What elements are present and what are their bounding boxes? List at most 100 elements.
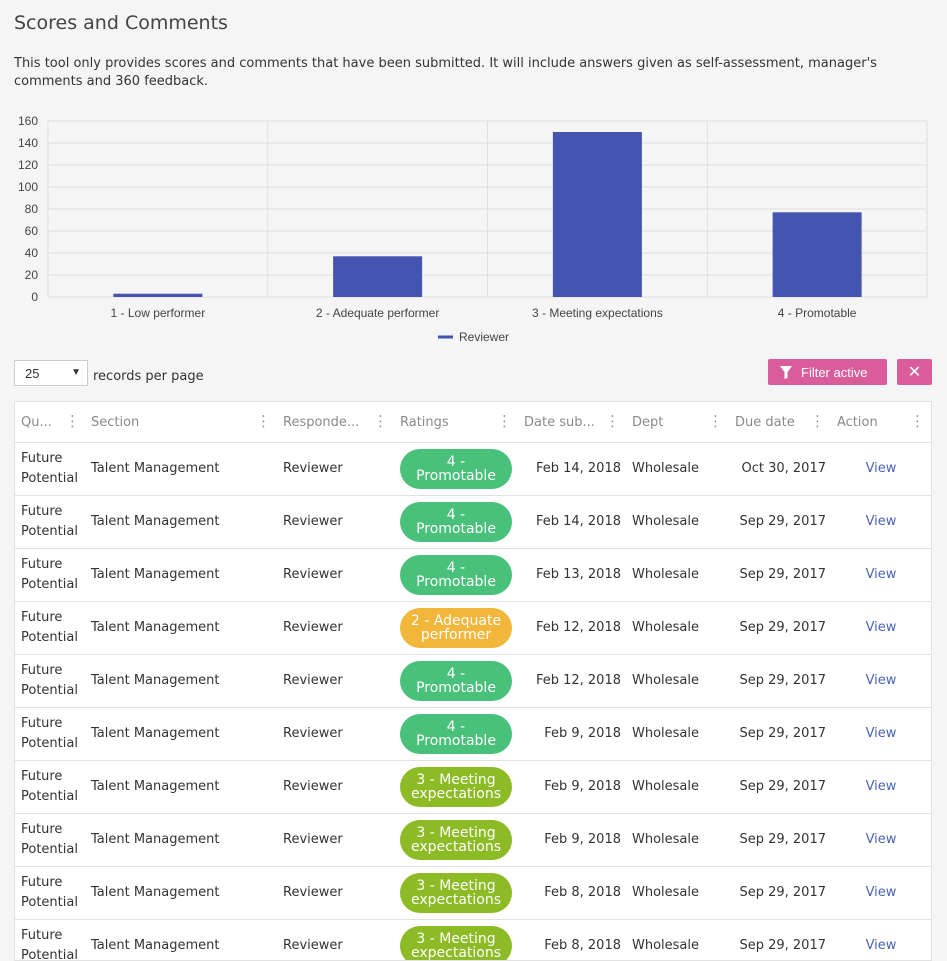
table-row[interactable]: Future PotentialTalent ManagementReviewe…	[15, 866, 932, 920]
cell-question: Future Potential	[21, 442, 87, 495]
cell-rating: 2 - Adequate performer	[400, 601, 512, 654]
table-row[interactable]: Future PotentialTalent ManagementReviewe…	[15, 442, 932, 496]
legend-label: Reviewer	[459, 330, 509, 344]
cell-due-date: Sep 29, 2017	[715, 495, 826, 548]
cell-date-submitted: Feb 12, 2018	[521, 601, 621, 654]
view-link[interactable]: View	[837, 919, 925, 961]
page-size-select[interactable]: 25 ▼	[14, 360, 88, 386]
column-header-question[interactable]: Qu...	[21, 402, 61, 442]
view-link[interactable]: View	[837, 601, 925, 654]
table-row[interactable]: Future PotentialTalent ManagementReviewe…	[15, 495, 932, 549]
view-link[interactable]: View	[837, 813, 925, 866]
cell-respondent: Reviewer	[283, 866, 343, 919]
column-menu-icon[interactable]: ⋮	[373, 414, 388, 429]
column-header-action[interactable]: Action	[837, 402, 897, 442]
column-header-dept[interactable]: Dept	[632, 402, 702, 442]
cell-dept: Wholesale	[632, 919, 699, 961]
table-row[interactable]: Future PotentialTalent ManagementReviewe…	[15, 654, 932, 708]
ratings-bar-chart: 0204060801001201401601 - Low performer2 …	[0, 108, 947, 353]
cell-question: Future Potential	[21, 548, 87, 601]
cell-dept: Wholesale	[632, 760, 699, 813]
rating-badge: 3 - Meeting expectations	[400, 926, 512, 961]
cell-section: Talent Management	[91, 760, 219, 813]
cell-due-date: Sep 29, 2017	[715, 760, 826, 813]
cell-rating: 4 - Promotable	[400, 548, 512, 601]
cell-respondent: Reviewer	[283, 495, 343, 548]
y-tick-label: 140	[18, 136, 38, 150]
table-row[interactable]: Future PotentialTalent ManagementReviewe…	[15, 760, 932, 814]
cell-date-submitted: Feb 8, 2018	[521, 866, 621, 919]
table-row[interactable]: Future PotentialTalent ManagementReviewe…	[15, 919, 932, 961]
rating-badge: 2 - Adequate performer	[400, 608, 512, 648]
cell-question: Future Potential	[21, 866, 87, 919]
cell-rating: 3 - Meeting expectations	[400, 866, 512, 919]
column-menu-icon[interactable]: ⋮	[65, 414, 80, 429]
column-menu-icon[interactable]: ⋮	[256, 414, 271, 429]
column-header-ratings[interactable]: Ratings	[400, 402, 490, 442]
column-menu-icon[interactable]: ⋮	[810, 414, 825, 429]
cell-rating: 4 - Promotable	[400, 654, 512, 707]
cell-respondent: Reviewer	[283, 707, 343, 760]
rating-badge: 4 - Promotable	[400, 661, 512, 701]
cell-section: Talent Management	[91, 919, 219, 961]
cell-section: Talent Management	[91, 548, 219, 601]
chevron-down-icon: ▼	[71, 367, 81, 378]
view-link[interactable]: View	[837, 495, 925, 548]
cell-respondent: Reviewer	[283, 919, 343, 961]
cell-question: Future Potential	[21, 601, 87, 654]
table-row[interactable]: Future PotentialTalent ManagementReviewe…	[15, 548, 932, 602]
y-tick-label: 20	[25, 268, 39, 282]
cell-section: Talent Management	[91, 495, 219, 548]
cell-section: Talent Management	[91, 442, 219, 495]
cell-dept: Wholesale	[632, 495, 699, 548]
cell-rating: 3 - Meeting expectations	[400, 760, 512, 813]
table-row[interactable]: Future PotentialTalent ManagementReviewe…	[15, 813, 932, 867]
x-tick-label: 1 - Low performer	[111, 306, 206, 320]
page-title: Scores and Comments	[14, 12, 228, 34]
column-menu-icon[interactable]: ⋮	[497, 414, 512, 429]
table-row[interactable]: Future PotentialTalent Management Reviewe…	[15, 707, 932, 761]
cell-dept: Wholesale	[632, 813, 699, 866]
column-header-section[interactable]: Section	[91, 402, 241, 442]
cell-rating: 4 - Promotable	[400, 442, 512, 495]
view-link[interactable]: View	[837, 548, 925, 601]
bar	[773, 212, 862, 297]
cell-due-date: Oct 30, 2017	[715, 442, 826, 495]
cell-due-date: Sep 29, 2017	[715, 601, 826, 654]
cell-section: Talent Management	[91, 813, 219, 866]
cell-date-submitted: Feb 14, 2018	[521, 495, 621, 548]
view-link[interactable]: View	[837, 866, 925, 919]
cell-dept: Wholesale	[632, 707, 699, 760]
view-link[interactable]: View	[837, 707, 925, 760]
x-tick-label: 3 - Meeting expectations	[532, 306, 663, 320]
cell-dept: Wholesale	[632, 601, 699, 654]
y-tick-label: 100	[18, 180, 38, 194]
column-header-respondent[interactable]: Responde...	[283, 402, 363, 442]
cell-dept: Wholesale	[632, 548, 699, 601]
rating-badge: 3 - Meeting expectations	[400, 873, 512, 913]
column-menu-icon[interactable]: ⋮	[605, 414, 620, 429]
cell-respondent: Reviewer	[283, 601, 343, 654]
column-header-date-submitted[interactable]: Date sub...	[524, 402, 602, 442]
cell-respondent: Reviewer	[283, 654, 343, 707]
cell-question: Future Potential	[21, 707, 87, 760]
column-menu-icon[interactable]: ⋮	[708, 414, 723, 429]
filter-icon	[780, 366, 792, 379]
view-link[interactable]: View	[837, 442, 925, 495]
table-row[interactable]: Future PotentialTalent ManagementReviewe…	[15, 601, 932, 655]
cell-date-submitted: Feb 9, 2018	[521, 707, 621, 760]
column-menu-icon[interactable]: ⋮	[910, 414, 925, 429]
cell-dept: Wholesale	[632, 654, 699, 707]
y-tick-label: 120	[18, 158, 38, 172]
y-tick-label: 40	[25, 246, 39, 260]
cell-due-date: Sep 29, 2017	[715, 813, 826, 866]
cell-rating: 4 - Promotable	[400, 707, 512, 760]
cell-due-date: Sep 29, 2017	[715, 707, 826, 760]
cell-section: Talent Management	[91, 707, 219, 760]
column-header-due-date[interactable]: Due date	[735, 402, 805, 442]
filter-active-button[interactable]: Filter active	[768, 359, 887, 385]
clear-filter-button[interactable]: ✕	[897, 359, 932, 385]
view-link[interactable]: View	[837, 654, 925, 707]
cell-due-date: Sep 29, 2017	[715, 548, 826, 601]
view-link[interactable]: View	[837, 760, 925, 813]
